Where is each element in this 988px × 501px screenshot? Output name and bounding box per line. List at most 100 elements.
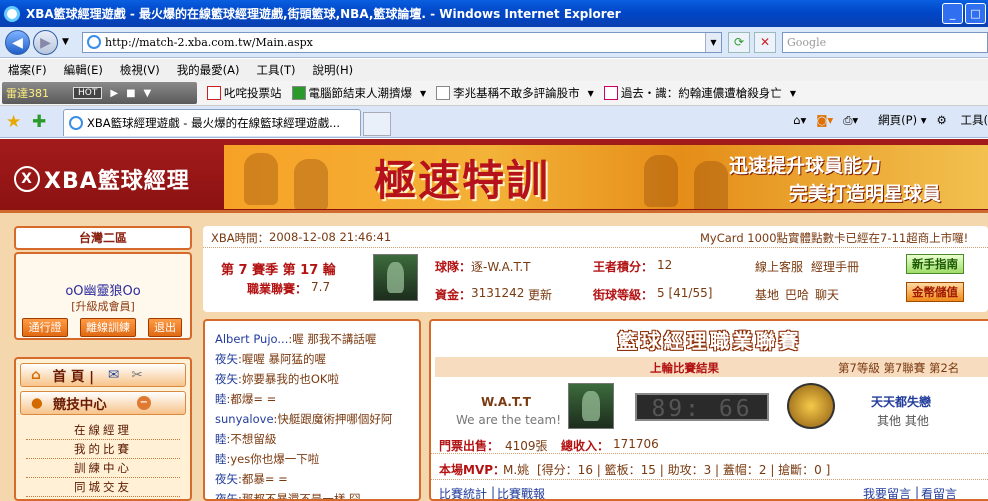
mvp-name[interactable]: M.姚 [503,461,529,478]
refresh-funds-link[interactable]: 更新 [528,286,552,303]
address-field[interactable]: http://match-2.xba.com.tw/Main.aspx ▼ [82,32,722,53]
home-icon[interactable]: ⌂▾ [793,113,806,127]
feeds-icon[interactable]: ◙▾ [816,113,833,127]
divider [431,453,988,454]
refresh-icon: ⟳ [733,35,745,49]
last-round-label: 上輪比賽結果 [650,361,719,375]
chevron-down-icon[interactable]: ▼ [790,89,796,98]
away-team-region: 其他 其他 [877,414,929,428]
nav-arena[interactable]: ● 競技中心 − [20,391,186,415]
menu-edit[interactable]: 編輯(E) [64,62,103,78]
chat-box[interactable]: Albert Pujo...:喔 那我不講話喔 夜矢:喔喔 暴阿猛的喔 夜矢:妳… [203,319,421,501]
address-dropdown-icon[interactable]: ▼ [705,33,721,52]
refresh-button[interactable]: ⟳ [728,32,750,53]
home-team-name[interactable]: W.A.T.T [481,395,531,409]
maximize-button[interactable]: □ [965,3,986,24]
manager-avatar[interactable] [373,254,418,301]
online-service-link[interactable]: 線上客服 [755,258,803,275]
favorites-star-icon[interactable]: ★ [6,112,21,132]
chat-line: 夜矢:那都不暴還不是一樣 囧 [215,492,361,501]
window-title: XBA籃球經理遊戲 - 最火爆的在線籃球經理遊戲,街頭籃球,NBA,籃球論壇. … [26,7,621,21]
notice-marquee[interactable]: MyCard 1000點實體點數卡已經在7-11超商上市囉! [700,230,968,246]
base-link[interactable]: 基地 [755,286,779,303]
leave-message-link[interactable]: 我要留言 [863,485,911,499]
new-tab-button[interactable] [363,112,391,136]
nav-home[interactable]: ⌂ 首 頁 | ✉ ✂ [20,363,186,387]
away-team-logo[interactable] [787,383,835,429]
page-icon [87,35,101,49]
menu-bar: 檔案(F) 編輯(E) 檢視(V) 我的最愛(A) 工具(T) 說明(H) [0,59,988,81]
chat-link[interactable]: 聊天 [815,286,839,303]
xba-time-value: 2008-12-08 21:46:41 [269,230,392,244]
chat-line: 夜矢:喔喔 暴阿猛的喔 [215,352,327,366]
basketball-icon: ● [31,395,43,411]
division-rank: 第7等級 第7聯賽 第2名 [838,361,960,375]
user-panel: oO幽靈狼Oo [升級成會員] 通行證 離線訓練 退出 [14,252,192,340]
menu-help[interactable]: 說明(H) [313,62,354,78]
address-toolbar: ◀ ▶ ▼ http://match-2.xba.com.tw/Main.asp… [0,27,988,58]
collapse-icon[interactable]: − [136,396,151,410]
nav-item-online-manager[interactable]: 在線經理 [26,421,180,440]
manager-manual-link[interactable]: 經理手冊 [811,258,859,275]
stop-button[interactable]: ✕ [754,32,776,53]
basketball-logo-icon: X [14,166,40,192]
page-icon [69,116,83,130]
link-vote[interactable]: 叱咤投票站 [207,85,282,101]
match-stats-link[interactable]: 比賽統計 [439,485,487,499]
menu-file[interactable]: 檔案(F) [8,62,47,78]
chart-icon [436,86,451,100]
chat-line: 夜矢:都暴= = [215,472,288,486]
away-team-name[interactable]: 天天都失戀 [871,393,931,410]
tools-menu-button[interactable]: ⚙ 工具( [937,112,988,128]
nav-item-training[interactable]: 訓練中心 [26,459,180,478]
season-round: 第 7 賽季 第 17 輪 [221,263,336,278]
username[interactable]: oO幽靈狼Oo [16,280,190,299]
links-toolbar: 雷達381 HOT ▶ ■ ▼ 叱咤投票站 電腦節結束人潮擠爆 ▼ 李兆基稱不敢多… [0,81,988,106]
funds-label: 資金： [435,288,472,302]
tickets-label: 門票出售： [439,439,500,453]
match-report-link[interactable]: 比賽戰報 [497,485,545,499]
king-points-label: 王者積分： [593,260,654,274]
history-dropdown-icon[interactable]: ▼ [62,37,69,47]
play-icon[interactable]: ▶ [110,88,118,99]
tools-icon[interactable]: ✂ [131,367,142,383]
newbie-guide-button[interactable]: 新手指南 [906,254,964,274]
forward-button[interactable]: ▶ [33,30,58,55]
menu-favorites[interactable]: 我的最愛(A) [177,62,240,78]
site-logo[interactable]: X XBA籃球經理 [14,163,190,195]
promo-banner[interactable]: 極速特訓 迅速提升球員能力 完美打造明星球員 [224,145,988,209]
stop-icon[interactable]: ■ [126,88,135,99]
chevron-down-icon[interactable]: ▼ [144,88,152,99]
side-nav: ⌂ 首 頁 | ✉ ✂ ● 競技中心 − 在線經理 我的比賽 訓練中心 同城交友 [14,357,192,501]
link-stocks[interactable]: 李兆基稱不敢多評論股市 ▼ [436,85,594,101]
passport-button[interactable]: 通行證 [22,318,68,337]
tab-xba[interactable]: XBA籃球經理遊戲 - 最火爆的在線籃球經理遊戲... [63,109,361,136]
mail-icon[interactable]: ✉ [108,367,119,383]
print-icon[interactable]: ⎙▾ [843,113,858,128]
logout-button[interactable]: 退出 [148,318,182,337]
menu-view[interactable]: 檢視(V) [120,62,160,78]
chevron-down-icon[interactable]: ▼ [420,89,426,98]
upgrade-member-link[interactable]: [升級成會員] [16,298,190,314]
chevron-down-icon[interactable]: ▼ [588,89,594,98]
view-message-link[interactable]: 看留言 [921,485,957,499]
home-team-avatar[interactable] [568,383,614,429]
bahamut-link[interactable]: 巴哈 [785,286,809,303]
hot-button[interactable]: HOT [73,87,103,99]
offline-training-button[interactable]: 離線訓練 [80,318,136,337]
back-button[interactable]: ◀ [5,30,30,55]
add-favorite-icon[interactable]: ✚ [32,112,46,132]
mvp-stats: [得分：16 | 籃板：15 | 助攻：3 | 蓋帽：2 | 搶斷：0 ] [537,463,831,477]
chat-line: Albert Pujo...:喔 那我不講話喔 [215,332,377,346]
radio-player[interactable]: 雷達381 HOT ▶ ■ ▼ [2,82,197,104]
nav-item-my-matches[interactable]: 我的比賽 [26,440,180,459]
search-input[interactable]: Google [782,32,988,53]
link-history[interactable]: 過去・識：約翰連儂遭槍殺身亡 ▼ [603,85,796,101]
gold-topup-button[interactable]: 金幣儲值 [906,282,964,302]
team-value[interactable]: 逐-W.A.T.T [471,258,531,275]
page-menu-button[interactable]: 網頁(P) ▾ [868,112,926,128]
minimize-button[interactable]: _ [942,3,963,24]
link-computer-fair[interactable]: 電腦節結束人潮擠爆 ▼ [291,85,426,101]
nav-item-friends[interactable]: 同城交友 [26,478,180,497]
menu-tools[interactable]: 工具(T) [257,62,296,78]
